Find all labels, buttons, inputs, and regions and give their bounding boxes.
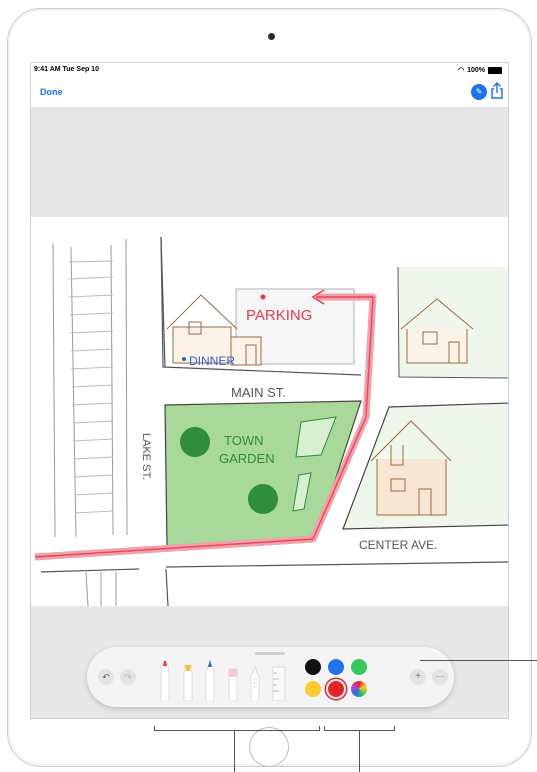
town-label: TOWN: [224, 433, 263, 448]
callout-tools-stem: [234, 730, 235, 772]
share-icon[interactable]: [490, 82, 504, 100]
highlighter-tool[interactable]: [182, 659, 194, 701]
canvas-background-top: [31, 107, 508, 217]
more-button[interactable]: ···: [432, 669, 448, 685]
markup-toolbar: ↶ ↷ + ···: [87, 647, 454, 707]
home-button[interactable]: [249, 727, 289, 767]
battery-icon: [488, 66, 502, 74]
eraser-tool[interactable]: [227, 659, 239, 701]
house-bottom-right: [342, 402, 508, 530]
color-wheel-icon[interactable]: [351, 681, 367, 697]
ruler-tool[interactable]: [271, 659, 287, 701]
main-st-label: MAIN ST.: [231, 385, 286, 400]
pen-tool[interactable]: [159, 659, 171, 701]
town-garden-block: [164, 400, 362, 548]
color-green[interactable]: [351, 659, 367, 675]
color-blue[interactable]: [328, 659, 344, 675]
toolbar-grabber[interactable]: [255, 652, 285, 655]
done-button[interactable]: Done: [40, 87, 63, 97]
map-drawing[interactable]: PARKING DINNER MAIN ST. TOWN GARDEN LAKE…: [31, 217, 508, 607]
parking-label: PARKING: [246, 307, 312, 324]
status-right: ◠ 100%: [458, 66, 502, 74]
house-top-right: [397, 266, 508, 379]
screen: 9:41 AM Tue Sep 10 ◠ 100% Done ✎ PARKING…: [30, 62, 509, 719]
color-black[interactable]: [305, 659, 321, 675]
nav-bar: Done ✎: [31, 79, 508, 108]
callout-colors-stem: [359, 730, 360, 772]
center-ave-label: CENTER AVE.: [359, 538, 437, 552]
color-yellow[interactable]: [305, 681, 321, 697]
dinner-label: DINNER: [189, 354, 235, 368]
color-red[interactable]: [328, 681, 344, 697]
ipad-device: 9:41 AM Tue Sep 10 ◠ 100% Done ✎ PARKING…: [0, 0, 537, 772]
garden-label: GARDEN: [219, 451, 275, 466]
battery-percent: 100%: [467, 66, 485, 74]
callout-tools-right: [319, 726, 320, 731]
lasso-tool[interactable]: [249, 659, 261, 701]
callout-colors-right: [394, 726, 395, 731]
wifi-icon: ◠: [457, 67, 465, 74]
status-bar: 9:41 AM Tue Sep 10 ◠ 100%: [31, 63, 508, 79]
pencil-tool[interactable]: [204, 659, 216, 701]
markup-pen-icon[interactable]: ✎: [471, 84, 487, 100]
undo-icon[interactable]: ↶: [98, 669, 114, 685]
front-camera: [268, 33, 275, 40]
add-button[interactable]: +: [410, 669, 426, 685]
status-time: 9:41 AM Tue Sep 10: [34, 66, 99, 73]
redo-icon[interactable]: ↷: [120, 669, 136, 685]
callout-tools-bracket: [154, 730, 319, 731]
lake-st-label: LAKE ST.: [140, 433, 152, 480]
callout-plus-line: [420, 660, 537, 661]
